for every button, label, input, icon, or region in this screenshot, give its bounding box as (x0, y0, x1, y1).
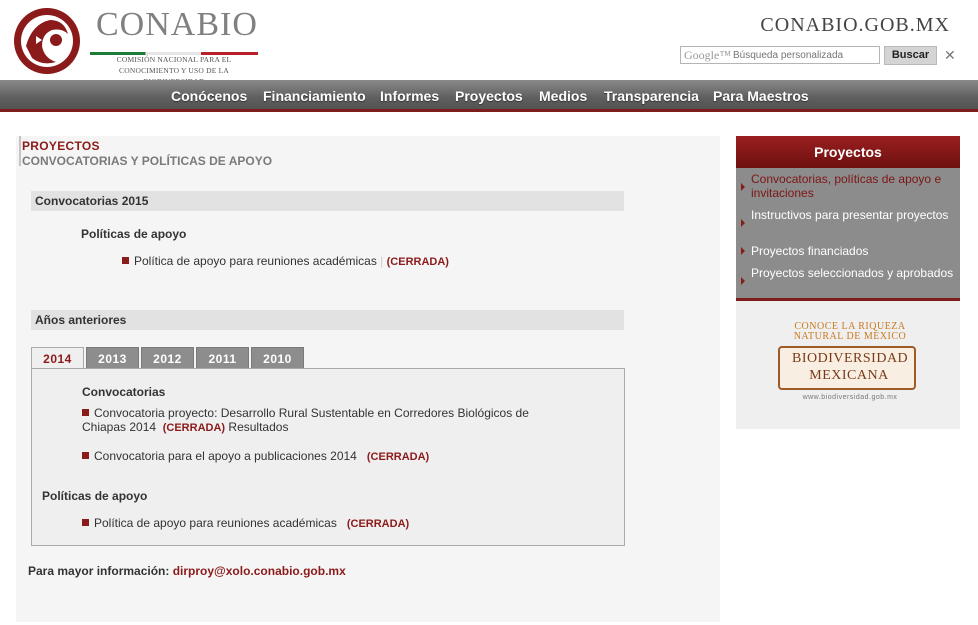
politicas-apoyo-heading: Políticas de apoyo (81, 227, 187, 241)
close-icon[interactable]: ✕ (944, 47, 956, 64)
tab-2014[interactable]: 2014 (31, 347, 84, 370)
nav-item-para-maestros[interactable]: Para Maestros (713, 88, 809, 104)
bullet-icon (82, 452, 89, 459)
banner-tagline: CONOCE LA RIQUEZA NATURAL DE MÉXICO (778, 322, 922, 342)
more-info: Para mayor información: dirproy@xolo.con… (28, 564, 346, 578)
convocatoria-link[interactable]: Convocatoria para el apoyo a publicacion… (94, 449, 357, 463)
arrow-right-icon (741, 247, 745, 255)
policy-link[interactable]: Política de apoyo para reuniones académi… (134, 254, 377, 268)
tab-2012[interactable]: 2012 (141, 347, 194, 369)
convocatoria-link[interactable]: Convocatoria proyecto: Desarrollo Rural … (82, 406, 529, 434)
banner-title-line1: BIODIVERSIDAD (792, 351, 909, 366)
banner-title-line2: MEXICANA (809, 368, 889, 383)
tab-panel-2014: Convocatorias Convocatoria proyecto: Des… (31, 368, 625, 546)
site-header: CONABIO COMISIÓN NACIONAL PARA EL CONOCI… (0, 0, 978, 86)
resultados-link[interactable]: Resultados (228, 420, 288, 434)
tab-2010[interactable]: 2010 (251, 347, 304, 369)
sidebar-item-financiados[interactable]: Proyectos financiados (751, 244, 956, 258)
brand-name: CONABIO (96, 6, 258, 43)
list-item: Política de apoyo para reuniones académi… (82, 516, 409, 531)
google-logo: Google™ (684, 48, 732, 62)
banner-title: BIODIVERSIDAD MEXICANA (792, 350, 909, 384)
nav-item-informes[interactable]: Informes (380, 88, 439, 104)
search-input[interactable] (733, 47, 879, 63)
nav-item-financiamiento[interactable]: Financiamiento (263, 88, 366, 104)
site-url[interactable]: CONABIO.GOB.MX (760, 14, 950, 37)
status-badge: (CERRADA) (162, 422, 226, 434)
sidebar-menu: Convocatorias, políticas de apoyo e invi… (736, 168, 960, 298)
convocatorias-2015-heading: Convocatorias 2015 (31, 191, 624, 211)
sidebar-item-convocatorias[interactable]: Convocatorias, políticas de apoyo e invi… (751, 172, 956, 200)
conabio-logo-icon[interactable] (12, 6, 82, 76)
brand-subtitle-line1: COMISIÓN NACIONAL PARA EL (116, 55, 232, 64)
status-badge: (CERRADA) (366, 451, 430, 463)
tab-2011[interactable]: 2011 (196, 347, 249, 369)
convocatorias-heading: Convocatorias (82, 385, 166, 399)
sidebar-accent-line (736, 298, 960, 301)
nav-item-medios[interactable]: Medios (539, 88, 587, 104)
arrow-right-icon (741, 219, 745, 227)
banner-logo: BIODIVERSIDAD MEXICANA (778, 346, 916, 390)
bullet-icon (122, 257, 129, 264)
arrow-right-icon (741, 277, 745, 285)
nav-item-transparencia[interactable]: Transparencia (604, 88, 699, 104)
policy-link[interactable]: Política de apoyo para reuniones académi… (94, 516, 337, 530)
status-badge: (CERRADA) (386, 256, 449, 268)
brand-flag-line (90, 52, 258, 55)
page-subtitle: CONVOCATORIAS Y POLÍTICAS DE APOYO (22, 154, 273, 168)
section-marker (19, 136, 21, 166)
main-nav: Conócenos Financiamiento Informes Proyec… (0, 80, 978, 112)
banner-tagline-line2: NATURAL DE MÉXICO (793, 331, 907, 342)
contact-email-link[interactable]: dirproy@xolo.conabio.gob.mx (173, 564, 346, 578)
list-item: Convocatoria para el apoyo a publicacion… (82, 449, 429, 464)
sidebar-item-seleccionados[interactable]: Proyectos seleccionados y aprobados (751, 266, 956, 280)
brand[interactable]: CONABIO COMISIÓN NACIONAL PARA EL CONOCI… (90, 8, 258, 87)
status-badge: (CERRADA) (346, 518, 410, 530)
bullet-icon (82, 519, 89, 526)
bullet-icon (82, 409, 89, 416)
sidebar: Proyectos Convocatorias, políticas de ap… (736, 136, 960, 429)
sidebar-item-instructivos[interactable]: Instructivos para presentar proyectos (751, 208, 956, 222)
sidebar-title: Proyectos (736, 136, 960, 168)
search-button[interactable]: Buscar (884, 46, 937, 65)
biodiversidad-banner[interactable]: CONOCE LA RIQUEZA NATURAL DE MÉXICO BIOD… (778, 320, 922, 406)
nav-item-proyectos[interactable]: Proyectos (455, 88, 523, 104)
page-title: PROYECTOS (22, 139, 100, 153)
search-box[interactable]: Google™ (680, 46, 880, 64)
nav-accent-line (0, 109, 978, 112)
separator: | (380, 254, 384, 268)
list-item: Política de apoyo para reuniones académi… (122, 254, 449, 269)
nav-item-conocenos[interactable]: Conócenos (171, 88, 247, 104)
list-item: Convocatoria proyecto: Desarrollo Rural … (82, 406, 552, 435)
banner-url: www.biodiversidad.gob.mx (802, 394, 898, 401)
tab-2013[interactable]: 2013 (86, 347, 139, 369)
politicas-heading: Políticas de apoyo (42, 489, 148, 503)
anios-anteriores-heading: Años anteriores (31, 310, 624, 330)
arrow-right-icon (741, 183, 745, 191)
more-info-label: Para mayor información: (28, 564, 170, 578)
main-content: PROYECTOS CONVOCATORIAS Y POLÍTICAS DE A… (16, 136, 720, 622)
